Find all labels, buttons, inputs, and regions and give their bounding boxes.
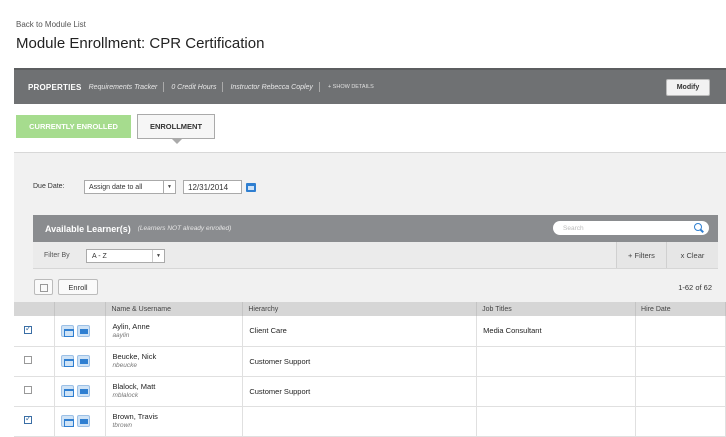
row-checkbox[interactable]	[24, 324, 32, 334]
learner-hierarchy: Customer Support	[242, 346, 478, 377]
filter-row: Filter By A - Z ▼ + Filters x Clear	[33, 242, 718, 269]
column-header-name[interactable]: Name & Username	[105, 302, 244, 316]
due-date-label: Due Date:	[33, 183, 65, 190]
search-icon[interactable]	[694, 223, 702, 231]
result-count: 1-62 of 62	[678, 283, 712, 292]
learner-username: nbeucke	[112, 362, 138, 369]
divider	[222, 82, 224, 92]
column-header-hire-date[interactable]: Hire Date	[635, 302, 726, 316]
learner-name: Aylin, Anne	[112, 321, 150, 331]
available-learners-subtitle: (Learners NOT already enrolled)	[137, 225, 232, 232]
due-date-select-value: Assign date to all	[89, 183, 143, 191]
due-date-select[interactable]: Assign date to all ▼	[84, 180, 176, 194]
learner-job-title	[476, 376, 637, 407]
search-placeholder: Search	[563, 224, 584, 232]
column-header-select	[14, 302, 56, 316]
row-checkbox[interactable]	[24, 356, 32, 364]
tab-enrollment[interactable]: ENROLLMENT	[137, 114, 215, 139]
table-header-row: Name & Username Hierarchy Job Titles Hir…	[14, 302, 726, 316]
tab-currently-enrolled[interactable]: CURRENTLY ENROLLED	[16, 115, 131, 138]
show-details-link[interactable]: + SHOW DETAILS	[328, 84, 374, 90]
learner-username: aaylin	[112, 331, 130, 339]
divider	[318, 82, 320, 92]
action-row: Enroll 1-62 of 62	[14, 272, 726, 302]
due-date-input[interactable]: 12/31/2014	[183, 180, 242, 194]
learner-hire-date	[635, 376, 726, 407]
sort-select-value: A - Z	[92, 252, 107, 260]
learner-job-title	[476, 346, 637, 377]
chevron-down-icon: ▼	[152, 250, 164, 262]
available-learners-title: Available Learner(s)	[45, 223, 131, 234]
learner-hierarchy	[242, 406, 478, 437]
mail-icon[interactable]	[76, 385, 90, 397]
learner-hire-date	[635, 406, 726, 437]
active-tab-caret	[172, 139, 182, 144]
modify-button[interactable]: Modify	[666, 79, 710, 96]
chevron-down-icon: ▼	[163, 181, 175, 193]
learners-table: Name & Username Hierarchy Job Titles Hir…	[14, 302, 726, 437]
table-row: Aylin, Anneaaylin Client Care Media Cons…	[14, 316, 726, 347]
credit-hours-label: 0 Credit Hours	[171, 83, 217, 91]
learner-hierarchy: Customer Support	[242, 376, 478, 407]
row-checkbox[interactable]	[24, 414, 32, 424]
transcript-icon[interactable]	[61, 415, 75, 427]
page-title: Module Enrollment: CPR Certification	[16, 35, 265, 52]
table-row: Brown, Travistbrown	[14, 406, 726, 437]
learner-name: Beucke, Nick	[112, 352, 157, 361]
learner-hire-date	[635, 346, 726, 377]
transcript-icon[interactable]	[61, 385, 75, 397]
mail-icon[interactable]	[76, 355, 90, 367]
mail-icon[interactable]	[76, 324, 90, 337]
column-header-actions	[54, 302, 107, 316]
column-header-hierarchy[interactable]: Hierarchy	[242, 302, 478, 316]
sort-select[interactable]: A - Z ▼	[86, 249, 165, 263]
table-row: Blalock, Matt mblalock Customer Support	[14, 376, 726, 407]
transcript-icon[interactable]	[61, 355, 75, 367]
learner-name: Blalock, Matt	[112, 382, 156, 391]
transcript-icon[interactable]	[61, 324, 75, 337]
learner-username: mblalock	[112, 392, 139, 399]
divider	[163, 82, 165, 92]
calendar-icon[interactable]	[246, 183, 256, 192]
properties-bar: PROPERTIES Requirements Tracker 0 Credit…	[14, 68, 726, 104]
requirements-tracker-label: Requirements Tracker	[88, 83, 158, 91]
learner-name: Brown, Travis	[112, 412, 158, 421]
learner-hierarchy: Client Care	[242, 316, 478, 347]
available-learners-header: Available Learner(s) (Learners NOT alrea…	[33, 215, 718, 242]
clear-button[interactable]: x Clear	[666, 242, 718, 268]
learner-job-title	[476, 406, 637, 437]
row-checkbox[interactable]	[24, 386, 32, 394]
column-header-job-titles[interactable]: Job Titles	[476, 302, 637, 316]
learner-hire-date	[635, 316, 726, 347]
enroll-button[interactable]: Enroll	[58, 279, 98, 295]
properties-label: PROPERTIES	[28, 82, 82, 92]
instructor-label: Instructor Rebecca Copley	[230, 83, 313, 91]
select-all-checkbox[interactable]	[34, 279, 53, 295]
table-row: Beucke, Nick nbeucke Customer Support	[14, 346, 726, 377]
learner-username: tbrown	[112, 422, 132, 429]
search-input[interactable]: Search	[553, 221, 709, 235]
learner-job-title: Media Consultant	[476, 316, 637, 347]
mail-icon[interactable]	[76, 415, 90, 427]
filters-button[interactable]: + Filters	[616, 242, 666, 268]
back-to-module-list-link[interactable]: Back to Module List	[16, 20, 86, 29]
filter-by-label: Filter By	[44, 252, 70, 259]
